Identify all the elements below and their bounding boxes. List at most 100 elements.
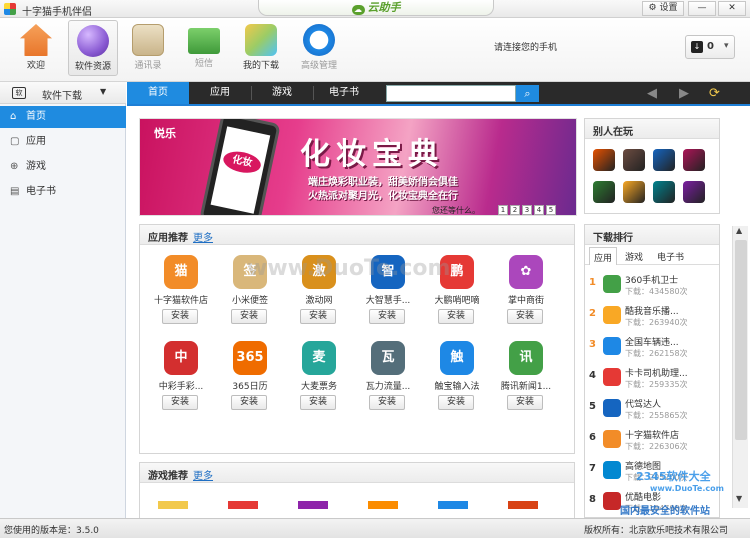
banner-page-button[interactable]: 2: [510, 205, 520, 215]
game-thumb-icon[interactable]: [593, 181, 615, 203]
back-arrow-icon[interactable]: ◀: [647, 85, 657, 102]
install-button[interactable]: 安装: [162, 309, 198, 324]
toolbar-contacts[interactable]: 通讯录: [123, 20, 173, 76]
app-icon: ✿: [509, 255, 543, 289]
chevron-down-icon: ▾: [724, 41, 729, 51]
ranking-item[interactable]: 3 全国车辆违... 下载：262158次: [585, 331, 711, 361]
ranking-item[interactable]: 2 酷我音乐播... 下载：263940次: [585, 300, 711, 330]
ranking-app-icon: [603, 430, 621, 448]
ranking-item[interactable]: 4 卡卡司机助理... 下载：259335次: [585, 362, 711, 392]
toolbar-label: 软件资源: [74, 62, 111, 72]
cloud-assistant-button[interactable]: ☁ 云助手: [258, 0, 494, 16]
app-tile[interactable]: 中中彩手彩... 安装: [148, 341, 214, 421]
search-button[interactable]: ⌕: [516, 85, 539, 102]
toolbar-software[interactable]: 软件资源: [68, 20, 118, 76]
game-thumb[interactable]: [368, 501, 398, 509]
ranking-item[interactable]: 5 代驾达人 下载：255865次: [585, 393, 711, 423]
download-count-button[interactable]: ↓ 0 ▾: [685, 35, 735, 59]
app-tile[interactable]: 触触宝输入法 安装: [424, 341, 490, 421]
install-button[interactable]: 安装: [162, 395, 198, 410]
toolbar-downloads[interactable]: 我的下载: [236, 20, 286, 76]
banner-brand: 悦乐: [154, 127, 176, 140]
app-tile[interactable]: 瓦瓦力流量... 安装: [355, 341, 421, 421]
sidebar-item-games[interactable]: ⊕ 游戏: [0, 156, 126, 178]
scroll-down-icon[interactable]: ▼: [736, 494, 742, 503]
app-tile[interactable]: ✿ 掌中商街 安装: [493, 255, 559, 335]
ranking-tab-ebooks[interactable]: 电子书: [657, 250, 684, 263]
tab-ebooks[interactable]: 电子书: [313, 82, 375, 104]
sidebar-header[interactable]: 软 软件下载 ▼: [0, 82, 126, 104]
game-thumb-icon[interactable]: [653, 181, 675, 203]
app-tile[interactable]: 麦大麦票务 安装: [286, 341, 352, 421]
game-thumb-icon[interactable]: [623, 149, 645, 171]
install-button[interactable]: 安装: [300, 309, 336, 324]
game-thumb[interactable]: [508, 501, 538, 509]
ranking-scrollbar[interactable]: ▲ ▼: [732, 226, 748, 508]
game-thumb[interactable]: [228, 501, 258, 509]
sidebar-item-ebooks[interactable]: ▤ 电子书: [0, 181, 126, 203]
promo-banner[interactable]: 悦乐 化妆 化妆宝典 端庄焕彩职业装，甜美娇俏会俱佳 火热派对聚月光，化妆宝典全…: [139, 118, 577, 216]
phone-graphic: 化妆: [199, 119, 281, 215]
toolbar-sms[interactable]: 短信: [179, 20, 229, 76]
more-link[interactable]: 更多: [193, 229, 213, 244]
game-thumb[interactable]: [298, 501, 328, 509]
app-tile[interactable]: 讯腾讯新闻1... 安装: [493, 341, 559, 421]
scroll-up-icon[interactable]: ▲: [736, 226, 742, 235]
refresh-icon[interactable]: ⟳: [709, 85, 720, 102]
ranking-app-name: 酷我音乐播...: [625, 307, 679, 317]
tab-home[interactable]: 首页: [127, 82, 189, 104]
game-thumb-icon[interactable]: [593, 149, 615, 171]
app-name: 大智慧手...: [365, 296, 411, 306]
banner-page-button[interactable]: 3: [522, 205, 532, 215]
tab-games[interactable]: 游戏: [251, 82, 313, 104]
sidebar-item-home[interactable]: ⌂ 首页: [0, 106, 126, 128]
phone-screen: 化妆: [210, 126, 271, 214]
sidebar-item-label: 游戏: [26, 161, 46, 172]
ranking-tab-apps[interactable]: 应用: [589, 247, 618, 265]
install-button[interactable]: 安装: [300, 395, 336, 410]
ranking-item[interactable]: 1 360手机卫士 下载：434580次: [585, 269, 711, 299]
banner-page-button[interactable]: 5: [546, 205, 556, 215]
install-button[interactable]: 安装: [231, 395, 267, 410]
game-thumb-icon[interactable]: [623, 181, 645, 203]
forward-arrow-icon[interactable]: ▶: [679, 85, 689, 102]
settings-button[interactable]: ⚙ 设置: [642, 1, 684, 16]
game-thumb-icon[interactable]: [683, 149, 705, 171]
software-download-icon: 软: [12, 87, 26, 99]
panel-title: 别人在玩: [593, 127, 633, 138]
app-name: 触宝输入法: [434, 382, 480, 392]
sidebar-item-apps[interactable]: ▢ 应用: [0, 131, 126, 153]
app-tile[interactable]: 猫十字猫软件店 安装: [148, 255, 214, 335]
banner-page-button[interactable]: 1: [498, 205, 508, 215]
tab-apps[interactable]: 应用: [189, 82, 251, 104]
install-button[interactable]: 安装: [438, 309, 474, 324]
minimize-button[interactable]: —: [688, 1, 716, 16]
ranking-item[interactable]: 6 十字猫软件店 下载：226306次: [585, 424, 711, 454]
install-button[interactable]: 安装: [369, 395, 405, 410]
app-icon: 猫: [164, 255, 198, 289]
install-button[interactable]: 安装: [507, 395, 543, 410]
install-button[interactable]: 安装: [231, 309, 267, 324]
search-input[interactable]: [386, 85, 516, 102]
app-tile[interactable]: 365 365日历 安装: [217, 341, 283, 421]
game-thumb[interactable]: [438, 501, 468, 509]
banner-page-button[interactable]: 4: [534, 205, 544, 215]
more-link[interactable]: 更多: [193, 467, 213, 482]
game-thumb-icon[interactable]: [683, 181, 705, 203]
install-button[interactable]: 安装: [369, 309, 405, 324]
install-button[interactable]: 安装: [438, 395, 474, 410]
close-button[interactable]: ✕: [718, 1, 746, 16]
game-thumb-icon[interactable]: [653, 149, 675, 171]
watermark-corner-1: 2345软件大全: [636, 470, 711, 483]
game-thumb[interactable]: [158, 501, 188, 509]
install-button[interactable]: 安装: [507, 309, 543, 324]
toolbar-label: 我的下载: [242, 61, 279, 71]
rank-number: 1: [589, 277, 596, 288]
toolbar-welcome[interactable]: 欢迎: [11, 20, 61, 76]
scroll-thumb[interactable]: [735, 240, 747, 440]
banner-headline: 化妆宝典: [300, 137, 444, 172]
ranking-tab-games[interactable]: 游戏: [625, 250, 643, 263]
toolbar-label: 高级管理: [300, 61, 337, 71]
toolbar-manage[interactable]: 高级管理: [294, 20, 344, 76]
ranking-app-name: 全国车辆违...: [625, 338, 679, 348]
